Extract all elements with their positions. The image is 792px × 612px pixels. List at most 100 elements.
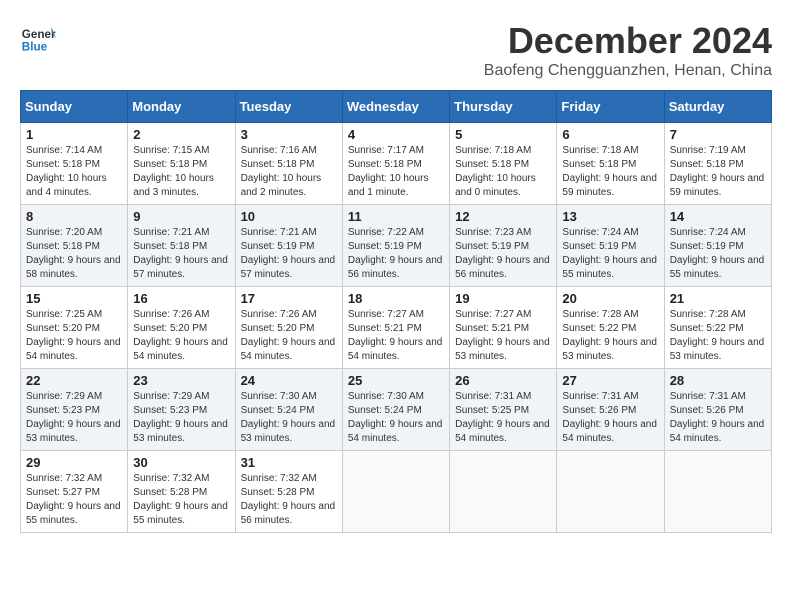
calendar-cell: 19 Sunrise: 7:27 AMSunset: 5:21 PMDayligh… (450, 287, 557, 369)
day-info: Sunrise: 7:26 AMSunset: 5:20 PMDaylight:… (241, 308, 337, 364)
calendar-cell: 8 Sunrise: 7:20 AMSunset: 5:18 PMDaylight… (21, 205, 128, 287)
day-number: 16 (133, 291, 229, 306)
calendar-cell (342, 451, 449, 533)
day-number: 5 (455, 127, 551, 142)
day-number: 27 (562, 373, 658, 388)
calendar-cell: 21Sunrise: 7:28 AMSunset: 5:22 PMDayligh… (664, 287, 771, 369)
day-number: 25 (348, 373, 444, 388)
day-number: 24 (241, 373, 337, 388)
calendar-cell: 22Sunrise: 7:29 AMSunset: 5:23 PMDayligh… (21, 369, 128, 451)
day-number: 13 (562, 209, 658, 224)
day-info: Sunrise: 7:30 AMSunset: 5:24 PMDaylight:… (241, 390, 337, 446)
calendar-cell: 6 Sunrise: 7:18 AMSunset: 5:18 PMDaylight… (557, 123, 664, 205)
calendar-cell: 14 Sunrise: 7:24 AMSunset: 5:19 PMDayligh… (664, 205, 771, 287)
day-info: Sunrise: 7:29 AMSunset: 5:23 PMDaylight:… (133, 390, 229, 446)
day-number: 14 (670, 209, 766, 224)
day-info: Sunrise: 7:21 AMSunset: 5:19 PMDaylight:… (241, 226, 337, 282)
calendar-cell: 29Sunrise: 7:32 AMSunset: 5:27 PMDayligh… (21, 451, 128, 533)
calendar-cell: 9 Sunrise: 7:21 AMSunset: 5:18 PMDaylight… (128, 205, 235, 287)
svg-text:Blue: Blue (22, 41, 48, 54)
day-info: Sunrise: 7:32 AMSunset: 5:28 PMDaylight:… (241, 472, 337, 528)
day-info: Sunrise: 7:18 AMSunset: 5:18 PMDaylight:… (562, 144, 658, 200)
day-info: Sunrise: 7:23 AMSunset: 5:19 PMDaylight:… (455, 226, 551, 282)
day-number: 2 (133, 127, 229, 142)
weekday-header: Friday (557, 91, 664, 123)
day-number: 20 (562, 291, 658, 306)
calendar-week-row: 15 Sunrise: 7:25 AMSunset: 5:20 PMDayligh… (21, 287, 772, 369)
calendar-week-row: 1 Sunrise: 7:14 AMSunset: 5:18 PMDaylight… (21, 123, 772, 205)
calendar-week-row: 22Sunrise: 7:29 AMSunset: 5:23 PMDayligh… (21, 369, 772, 451)
location: Baofeng Chengguanzhen, Henan, China (484, 62, 772, 80)
calendar-cell: 20 Sunrise: 7:28 AMSunset: 5:22 PMDayligh… (557, 287, 664, 369)
day-number: 11 (348, 209, 444, 224)
day-info: Sunrise: 7:17 AMSunset: 5:18 PMDaylight:… (348, 144, 444, 200)
calendar-cell: 30 Sunrise: 7:32 AMSunset: 5:28 PMDayligh… (128, 451, 235, 533)
calendar-cell: 13Sunrise: 7:24 AMSunset: 5:19 PMDayligh… (557, 205, 664, 287)
day-info: Sunrise: 7:24 AMSunset: 5:19 PMDaylight:… (670, 226, 766, 282)
day-number: 9 (133, 209, 229, 224)
calendar-cell: 23 Sunrise: 7:29 AMSunset: 5:23 PMDayligh… (128, 369, 235, 451)
calendar-cell: 28Sunrise: 7:31 AMSunset: 5:26 PMDayligh… (664, 369, 771, 451)
day-number: 8 (26, 209, 122, 224)
title-block: December 2024 Baofeng Chengguanzhen, Hen… (484, 20, 772, 80)
calendar-cell: 11 Sunrise: 7:22 AMSunset: 5:19 PMDayligh… (342, 205, 449, 287)
month-title: December 2024 (484, 20, 772, 62)
calendar-cell: 15 Sunrise: 7:25 AMSunset: 5:20 PMDayligh… (21, 287, 128, 369)
calendar-cell: 16 Sunrise: 7:26 AMSunset: 5:20 PMDayligh… (128, 287, 235, 369)
day-info: Sunrise: 7:27 AMSunset: 5:21 PMDaylight:… (348, 308, 444, 364)
day-info: Sunrise: 7:21 AMSunset: 5:18 PMDaylight:… (133, 226, 229, 282)
calendar-cell: 3 Sunrise: 7:16 AMSunset: 5:18 PMDaylight… (235, 123, 342, 205)
calendar-table: SundayMondayTuesdayWednesdayThursdayFrid… (20, 90, 772, 533)
day-number: 15 (26, 291, 122, 306)
day-number: 19 (455, 291, 551, 306)
day-info: Sunrise: 7:31 AMSunset: 5:26 PMDaylight:… (562, 390, 658, 446)
day-number: 21 (670, 291, 766, 306)
logo: General Blue (20, 20, 56, 56)
day-info: Sunrise: 7:20 AMSunset: 5:18 PMDaylight:… (26, 226, 122, 282)
day-info: Sunrise: 7:29 AMSunset: 5:23 PMDaylight:… (26, 390, 122, 446)
calendar-cell: 18 Sunrise: 7:27 AMSunset: 5:21 PMDayligh… (342, 287, 449, 369)
calendar-cell: 25 Sunrise: 7:30 AMSunset: 5:24 PMDayligh… (342, 369, 449, 451)
day-info: Sunrise: 7:27 AMSunset: 5:21 PMDaylight:… (455, 308, 551, 364)
calendar-cell: 24 Sunrise: 7:30 AMSunset: 5:24 PMDayligh… (235, 369, 342, 451)
day-info: Sunrise: 7:22 AMSunset: 5:19 PMDaylight:… (348, 226, 444, 282)
day-number: 30 (133, 455, 229, 470)
weekday-header: Sunday (21, 91, 128, 123)
day-info: Sunrise: 7:18 AMSunset: 5:18 PMDaylight:… (455, 144, 551, 200)
calendar-cell: 27 Sunrise: 7:31 AMSunset: 5:26 PMDayligh… (557, 369, 664, 451)
day-info: Sunrise: 7:14 AMSunset: 5:18 PMDaylight:… (26, 144, 122, 200)
calendar-cell: 12 Sunrise: 7:23 AMSunset: 5:19 PMDayligh… (450, 205, 557, 287)
page-header: General Blue December 2024 Baofeng Cheng… (20, 20, 772, 80)
day-number: 12 (455, 209, 551, 224)
weekday-header: Monday (128, 91, 235, 123)
day-info: Sunrise: 7:31 AMSunset: 5:25 PMDaylight:… (455, 390, 551, 446)
calendar-cell: 1 Sunrise: 7:14 AMSunset: 5:18 PMDaylight… (21, 123, 128, 205)
day-number: 10 (241, 209, 337, 224)
day-info: Sunrise: 7:26 AMSunset: 5:20 PMDaylight:… (133, 308, 229, 364)
day-info: Sunrise: 7:30 AMSunset: 5:24 PMDaylight:… (348, 390, 444, 446)
day-number: 18 (348, 291, 444, 306)
calendar-cell: 17Sunrise: 7:26 AMSunset: 5:20 PMDayligh… (235, 287, 342, 369)
calendar-cell (557, 451, 664, 533)
weekday-header-row: SundayMondayTuesdayWednesdayThursdayFrid… (21, 91, 772, 123)
calendar-cell: 5 Sunrise: 7:18 AMSunset: 5:18 PMDaylight… (450, 123, 557, 205)
calendar-cell: 10 Sunrise: 7:21 AMSunset: 5:19 PMDayligh… (235, 205, 342, 287)
day-info: Sunrise: 7:16 AMSunset: 5:18 PMDaylight:… (241, 144, 337, 200)
weekday-header: Thursday (450, 91, 557, 123)
day-number: 23 (133, 373, 229, 388)
day-number: 28 (670, 373, 766, 388)
day-number: 3 (241, 127, 337, 142)
day-info: Sunrise: 7:32 AMSunset: 5:28 PMDaylight:… (133, 472, 229, 528)
day-number: 1 (26, 127, 122, 142)
day-number: 6 (562, 127, 658, 142)
day-info: Sunrise: 7:25 AMSunset: 5:20 PMDaylight:… (26, 308, 122, 364)
calendar-week-row: 29Sunrise: 7:32 AMSunset: 5:27 PMDayligh… (21, 451, 772, 533)
day-info: Sunrise: 7:28 AMSunset: 5:22 PMDaylight:… (562, 308, 658, 364)
day-number: 7 (670, 127, 766, 142)
weekday-header: Tuesday (235, 91, 342, 123)
day-info: Sunrise: 7:15 AMSunset: 5:18 PMDaylight:… (133, 144, 229, 200)
logo-icon: General Blue (20, 20, 56, 56)
calendar-cell: 31Sunrise: 7:32 AMSunset: 5:28 PMDayligh… (235, 451, 342, 533)
calendar-cell (450, 451, 557, 533)
calendar-cell (664, 451, 771, 533)
